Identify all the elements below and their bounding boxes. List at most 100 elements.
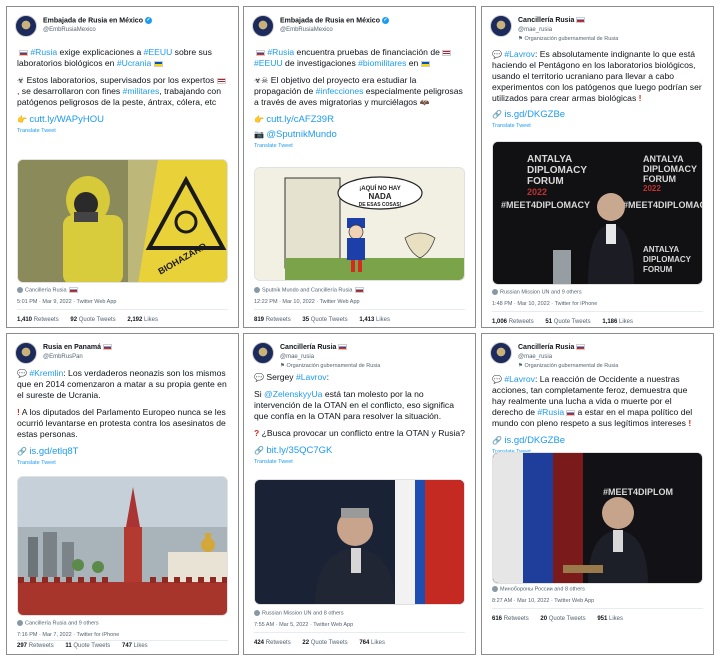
quote-tweets-count[interactable]: 35 Quote Tweets <box>302 317 347 323</box>
sputnik-mention[interactable]: @SputnikMundo <box>266 129 336 140</box>
author-name[interactable]: Embajada de Rusia en México ✓ <box>280 17 389 24</box>
tweet-timestamp[interactable]: 7:55 AM · Mar 5, 2022 · Twitter Web App <box>254 622 353 628</box>
tweet-text-line3: ¿Busca provocar un conflicto entre la OT… <box>261 428 465 438</box>
tweet-link[interactable]: bit.ly/35QC7GK <box>266 445 332 456</box>
tweet-timestamp[interactable]: 12:22 PM · Mar 10, 2022 · Twitter Web Ap… <box>254 299 360 305</box>
avatar[interactable] <box>252 15 274 37</box>
speech-bubble-icon: 💬 <box>17 369 27 378</box>
tweet-card-2[interactable]: Embajada de Rusia en México ✓ @EmbRusiaMe… <box>243 6 476 328</box>
retweets-count[interactable]: 819 Retweets <box>254 317 291 323</box>
retweets-count[interactable]: 1,410 Retweets <box>17 317 59 323</box>
tweet-image-lavrov-forum-2[interactable]: #MEET4DIPLOM <box>492 452 703 584</box>
tweet-link[interactable]: is.gd/DKGZBe <box>504 109 565 120</box>
tweet-image-cartoon[interactable]: ¡AQUÍ NO HAY NADA DE ESAS COSAS! <box>254 167 465 281</box>
russia-flag-icon <box>102 344 112 351</box>
tweet-link[interactable]: is.gd/DKGZBe <box>504 435 565 446</box>
likes-count[interactable]: 747 Likes <box>122 643 148 649</box>
likes-count[interactable]: 951 Likes <box>597 616 623 622</box>
image-caption[interactable]: Cancillería Rusia and 9 others <box>17 620 99 626</box>
svg-text:ANTALYA: ANTALYA <box>643 245 679 254</box>
svg-text:ANTALYA: ANTALYA <box>527 154 572 165</box>
retweets-count[interactable]: 424 Retweets <box>254 640 291 646</box>
exclamation-icon: ! <box>688 418 692 428</box>
quote-tweets-count[interactable]: 51 Quote Tweets <box>545 319 590 325</box>
tweet-text: #Rusia encuentra pruebas de financiación… <box>254 47 465 152</box>
link-icon: 🔗 <box>17 447 27 456</box>
user-icon <box>254 610 260 616</box>
retweets-count[interactable]: 1,006 Retweets <box>492 319 534 325</box>
user-icon <box>17 287 23 293</box>
tweet-text-line2: El objetivo del proyecto era estudiar la… <box>254 75 463 107</box>
gov-label: ⚑ Organización gubernamental de Rusia <box>518 363 618 369</box>
tweet-timestamp[interactable]: 1:48 PM · Mar 10, 2022 · Twitter for iPh… <box>492 301 597 307</box>
quote-tweets-count[interactable]: 22 Quote Tweets <box>302 640 347 646</box>
tweet-text-line1: #Lavrov: Es absolutamente indignante lo … <box>492 49 702 103</box>
tweet-card-6[interactable]: Cancillería Rusia @mae_rusia ⚑ Organizac… <box>481 333 714 655</box>
tweet-link[interactable]: is.gd/etlq8T <box>29 446 78 457</box>
tweet-timestamp[interactable]: 8:27 AM · Mar 10, 2022 · Twitter Web App <box>492 598 594 604</box>
tweet-image-biohazard[interactable]: BIOHAZARD <box>17 159 228 283</box>
author-name[interactable]: Cancillería Rusia <box>518 344 586 351</box>
image-caption[interactable]: Sputnik Mundo and Cancillería Rusia <box>254 287 364 293</box>
gov-label: ⚑ Organización gubernamental de Rusia <box>280 363 380 369</box>
likes-count[interactable]: 764 Likes <box>359 640 385 646</box>
author-handle[interactable]: @mae_rusia <box>518 354 552 360</box>
author-name-text: Cancillería Rusia <box>280 344 337 351</box>
image-caption-text: Russian Mission UN and 8 others <box>262 610 344 617</box>
retweets-count[interactable]: 297 Retweets <box>17 643 54 649</box>
author-name[interactable]: Embajada de Rusia en México ✓ <box>43 17 152 24</box>
gov-label: ⚑ Organización gubernamental de Rusia <box>518 36 618 42</box>
link-icon: 🔗 <box>254 446 264 455</box>
tweet-timestamp[interactable]: 7:16 PM · Mar 7, 2022 · Twitter for iPho… <box>17 632 119 638</box>
tweet-image-lavrov-flag[interactable] <box>254 479 465 605</box>
retweets-count[interactable]: 616 Retweets <box>492 616 529 622</box>
image-caption[interactable]: Cancillería Rusia <box>17 287 78 293</box>
skull-icon: ☠ <box>261 76 269 85</box>
russia-flag-icon <box>576 17 586 24</box>
tweet-card-1[interactable]: Embajada de Rusia en México ✓ @EmbRusiaMe… <box>6 6 239 328</box>
tweet-link[interactable]: cutt.ly/cAFZ39R <box>266 114 334 125</box>
tweet-image-lavrov-forum[interactable]: ANTALYA DIPLOMACY FORUM 2022 ANTALYA DIP… <box>492 141 703 285</box>
author-name[interactable]: Cancillería Rusia <box>518 17 586 24</box>
author-handle[interactable]: @EmbRusiaMexico <box>280 27 333 33</box>
quote-tweets-count[interactable]: 11 Quote Tweets <box>65 643 110 649</box>
svg-text:FORUM: FORUM <box>643 174 676 184</box>
quote-tweets-count[interactable]: 92 Quote Tweets <box>70 317 115 323</box>
svg-text:DIPLOMACY: DIPLOMACY <box>527 165 587 176</box>
likes-count[interactable]: 1,413 Likes <box>359 317 390 323</box>
avatar[interactable] <box>490 15 512 37</box>
tweet-text-line1: #Rusia exige explicaciones a #EEUU sobre… <box>17 47 212 68</box>
tweet-image-kremlin[interactable] <box>17 476 228 616</box>
translate-tweet-link[interactable]: Translate Tweet <box>17 458 228 469</box>
image-caption[interactable]: Russian Mission UN and 8 others <box>254 610 344 616</box>
translate-tweet-link[interactable]: Translate Tweet <box>492 121 703 132</box>
image-caption[interactable]: Минобороны России and 8 others <box>492 586 585 592</box>
likes-count[interactable]: 2,192 Likes <box>127 317 158 323</box>
translate-tweet-link[interactable]: Translate Tweet <box>254 457 465 468</box>
author-handle[interactable]: @EmbRusiaMexico <box>43 27 96 33</box>
avatar[interactable] <box>15 15 37 37</box>
tweet-card-5[interactable]: Cancillería Rusia @mae_rusia ⚑ Organizac… <box>243 333 476 655</box>
translate-tweet-link[interactable]: Translate Tweet <box>254 141 465 152</box>
translate-tweet-link[interactable]: Translate Tweet <box>17 126 228 137</box>
quote-tweets-count[interactable]: 20 Quote Tweets <box>540 616 585 622</box>
tweet-link[interactable]: cutt.ly/WAPyHOU <box>29 114 104 125</box>
author-name[interactable]: Rusia en Panamá <box>43 344 112 351</box>
avatar[interactable] <box>490 342 512 364</box>
author-name[interactable]: Cancillería Rusia <box>280 344 348 351</box>
image-caption[interactable]: Russian Mission UN and 9 others <box>492 289 582 295</box>
likes-count[interactable]: 1,186 Likes <box>602 319 633 325</box>
author-handle[interactable]: @mae_rusia <box>518 27 552 33</box>
image-caption-text: Sputnik Mundo and Cancillería Rusia <box>262 287 353 294</box>
tweet-card-4[interactable]: Rusia en Panamá @EmbRusPan 💬 #Kremlin: L… <box>6 333 239 655</box>
avatar[interactable] <box>252 342 274 364</box>
tweet-text: 💬 #Kremlin: Los verdaderos neonazis son … <box>17 368 228 469</box>
avatar[interactable] <box>15 342 37 364</box>
tweet-timestamp[interactable]: 5:01 PM · Mar 9, 2022 · Twitter Web App <box>17 299 116 305</box>
author-handle[interactable]: @mae_rusia <box>280 354 314 360</box>
author-handle[interactable]: @EmbRusPan <box>43 354 83 360</box>
russia-flag-icon <box>576 344 586 351</box>
tweet-card-3[interactable]: Cancillería Rusia @mae_rusia ⚑ Organizac… <box>481 6 714 328</box>
divider <box>17 640 228 641</box>
tweet-stats: 1,006 Retweets 51 Quote Tweets 1,186 Lik… <box>492 319 643 325</box>
